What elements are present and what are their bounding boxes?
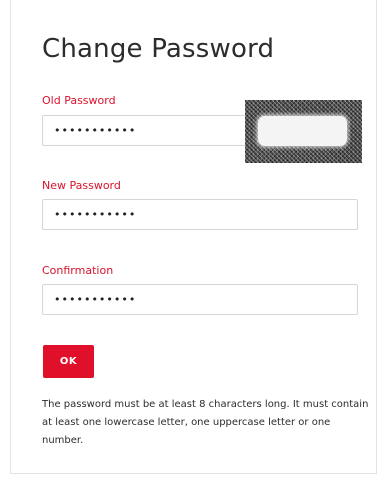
new-password-field[interactable] xyxy=(42,199,358,230)
captcha-overlay xyxy=(258,116,347,146)
ok-button[interactable]: OK xyxy=(43,345,94,378)
password-requirements-text: The password must be at least 8 characte… xyxy=(42,399,369,446)
captcha-image xyxy=(245,100,362,163)
page-title: Change Password xyxy=(42,34,275,64)
confirmation-field[interactable] xyxy=(42,284,358,315)
confirmation-label: Confirmation xyxy=(42,264,114,277)
old-password-label: Old Password xyxy=(42,94,116,107)
new-password-label: New Password xyxy=(42,179,121,192)
change-password-card: Change Password Old Password New Passwor… xyxy=(10,0,377,474)
